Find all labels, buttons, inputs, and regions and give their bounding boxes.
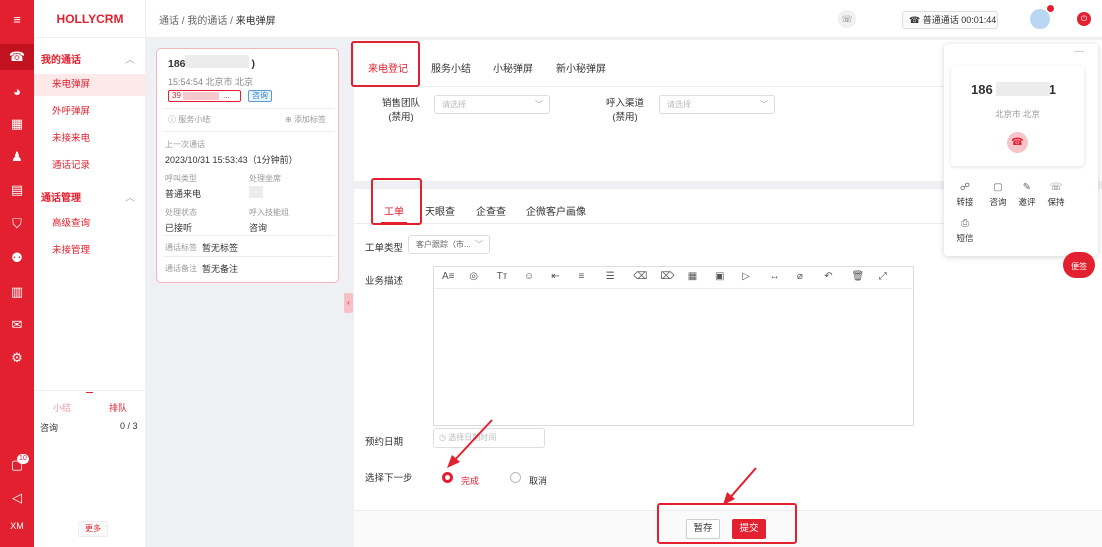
edit-icon: ✎ [1022,182,1032,193]
consult-icon: ▢ [993,182,1003,193]
masked-number [996,82,1050,96]
caller-location: 北京市 北京 [995,109,1040,119]
minimize-icon[interactable]: — [1074,46,1084,57]
annotation-arrows [447,419,757,505]
arrow-line [451,419,493,464]
hold-icon: ☏ [1049,182,1063,193]
hangup-icon[interactable]: ☎ [1007,132,1028,153]
consult-button[interactable]: ▢ 咨询 [987,182,1009,208]
arrow-line [727,467,757,501]
hold-button[interactable]: ☏ 保持 [1045,182,1067,208]
invite-review-button[interactable]: ✎ 邀评 [1016,182,1038,208]
sms-button[interactable]: ⎙ 短信 [954,218,976,244]
sms-icon: ⎙ [961,218,969,229]
floating-call-panel: — 186 1 北京市 北京 ☎ ☍ 转接 ▢ 咨询 ✎ 邀评 ☏ 保持 ⎙ 短信 [944,44,1098,256]
caller-card: 186 1 北京市 北京 ☎ [951,66,1084,166]
memo-button[interactable]: 便签 [1063,252,1095,278]
transfer-icon: ☍ [959,182,971,193]
transfer-button[interactable]: ☍ 转接 [954,182,976,208]
